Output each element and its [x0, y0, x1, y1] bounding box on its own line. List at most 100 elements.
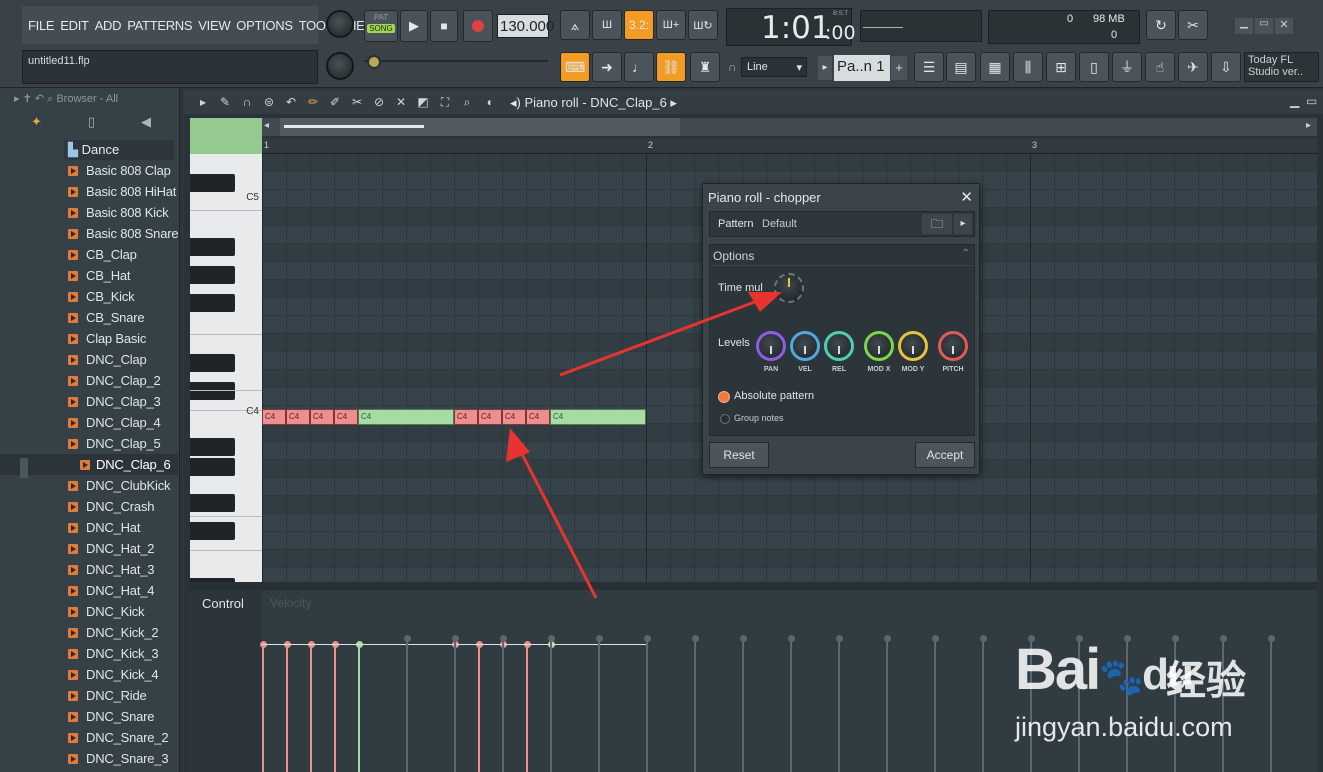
note[interactable]: C4 [310, 409, 334, 425]
wrench-icon[interactable]: ✎ [218, 95, 232, 109]
blend-notes-button[interactable]: Ш+ [656, 10, 686, 40]
browser-collapse-handle[interactable] [20, 458, 28, 478]
browser-item[interactable]: DNC_Clap_3 [0, 391, 178, 412]
note[interactable]: C4 [262, 409, 286, 425]
slide-button[interactable]: ♩ [624, 52, 654, 82]
black-key[interactable] [190, 522, 235, 540]
master-volume-knob[interactable] [326, 10, 354, 38]
playback-icon[interactable]: ◖ [482, 95, 496, 109]
plugin-picker-button[interactable]: ⏚ [1112, 52, 1142, 82]
black-key[interactable] [190, 438, 235, 456]
pattern-selector[interactable]: Pa..n 1 [834, 55, 890, 81]
browser-tab-all-icon[interactable]: ✦ [31, 114, 42, 134]
note[interactable]: C4 [526, 409, 550, 425]
browser-item[interactable]: DNC_Snare [0, 706, 178, 727]
news-panel[interactable]: Today FL Studio ver.. [1244, 52, 1319, 82]
level-knob-mod-x[interactable] [864, 331, 894, 361]
note[interactable]: C4 [550, 409, 646, 425]
snap-select[interactable]: Line ▾ [741, 57, 807, 77]
pattern-value[interactable]: Default [762, 218, 797, 230]
note[interactable]: C4 [286, 409, 310, 425]
step-forward-button[interactable]: ➜ [592, 52, 622, 82]
metronome-button[interactable]: ⟑ [560, 10, 590, 40]
menu-add[interactable]: ADD [95, 18, 122, 33]
time-mul-knob[interactable] [774, 273, 804, 303]
browser-tab-files-icon[interactable]: ▯ [88, 114, 95, 134]
record-button[interactable] [463, 10, 493, 42]
loop-record-button[interactable]: Ш↻ [688, 10, 718, 40]
playlist-button[interactable]: ☰ [914, 52, 944, 82]
browser-item[interactable]: DNC_Hat_2 [0, 538, 178, 559]
velocity-stem[interactable] [286, 644, 288, 772]
group-notes-radio[interactable] [720, 414, 730, 424]
menu-view[interactable]: VIEW [198, 18, 230, 33]
zoom-rect-icon[interactable]: ⛶ [438, 95, 452, 110]
master-pitch-knob[interactable] [326, 52, 354, 80]
black-key[interactable] [190, 266, 235, 284]
slice-icon[interactable]: ✕ [394, 95, 408, 109]
play-button[interactable]: ▶ [400, 10, 428, 42]
delete-tool-icon[interactable]: ✂ [350, 95, 364, 109]
undo-icon[interactable]: ↶ [284, 95, 298, 109]
level-knob-mod-y[interactable] [898, 331, 928, 361]
select-icon[interactable]: ◩ [416, 95, 430, 109]
browser-item[interactable]: DNC_Hat_4 [0, 580, 178, 601]
menu-arrow-icon[interactable]: ▸ [196, 95, 210, 109]
minimize-icon[interactable]: ▁ [1290, 94, 1299, 108]
zoom-icon[interactable]: ⌕ [460, 95, 474, 110]
browser-item[interactable]: Clap Basic [0, 328, 178, 349]
open-pattern-button[interactable]: 🗀 [922, 214, 952, 234]
close-icon[interactable]: ✕ [960, 188, 973, 206]
magnet-icon[interactable]: ∩ [240, 95, 254, 109]
velocity-stem[interactable] [478, 644, 480, 772]
note[interactable]: C4 [334, 409, 358, 425]
black-key[interactable] [190, 174, 235, 192]
browser-item[interactable]: Basic 808 Snare [0, 223, 179, 244]
note[interactable]: C4 [454, 409, 478, 425]
browser-tab-plugins-icon[interactable]: ◀ [141, 114, 151, 134]
add-pattern-button[interactable]: + [891, 56, 907, 80]
browser-item[interactable]: DNC_Snare_2 [0, 727, 178, 748]
note[interactable]: C4 [502, 409, 526, 425]
black-key[interactable] [190, 238, 235, 256]
velocity-stem[interactable] [526, 644, 528, 772]
mixer-button[interactable]: ⫼ [1013, 52, 1043, 82]
pattern-prev-button[interactable]: ▸ [818, 56, 832, 80]
control-label[interactable]: Control [202, 596, 244, 611]
step-edit-button[interactable]: 3.2: [624, 10, 654, 40]
browser-item[interactable]: DNC_Hat [0, 517, 178, 538]
browser-item[interactable]: DNC_Kick [0, 601, 178, 622]
velocity-stem[interactable] [358, 644, 360, 772]
velocity-stem[interactable] [310, 644, 312, 772]
master-slider-handle[interactable] [367, 55, 381, 69]
browser-item[interactable]: CB_Clap [0, 244, 178, 265]
time-ruler[interactable]: 1 2 3 [262, 138, 1317, 154]
level-knob-pan[interactable] [756, 331, 786, 361]
black-key[interactable] [190, 382, 235, 400]
wait-record-button[interactable]: Ш [592, 10, 622, 40]
browser-item[interactable]: DNC_Hat_3 [0, 559, 178, 580]
browser-item[interactable]: DNC_ClubKick [0, 475, 178, 496]
browser-item[interactable]: DNC_Kick_4 [0, 664, 178, 685]
level-knob-pitch[interactable] [938, 331, 968, 361]
channel-rack-button[interactable]: ▦ [980, 52, 1010, 82]
absolute-pattern-radio[interactable] [718, 391, 730, 403]
level-knob-vel[interactable] [790, 331, 820, 361]
browser-item[interactable]: CB_Hat [0, 265, 178, 286]
folder-dance[interactable]: ▙ Dance [64, 140, 174, 160]
pat-song-switch[interactable]: PAT SONG [364, 10, 398, 42]
browser-item[interactable]: Basic 808 Kick [0, 202, 178, 223]
black-key[interactable] [190, 494, 235, 512]
next-pattern-button[interactable]: ▸ [954, 214, 972, 234]
browser-item[interactable]: CB_Kick [0, 286, 178, 307]
maximize-icon[interactable]: ▭ [1306, 94, 1317, 108]
level-knob-rel[interactable] [824, 331, 854, 361]
stamp-icon[interactable]: ⊜ [262, 95, 276, 109]
project-info-button[interactable]: ▯ [1079, 52, 1109, 82]
accept-button[interactable]: Accept [915, 442, 975, 468]
reset-button[interactable]: Reset [709, 442, 769, 468]
typing-keyboard-button[interactable]: ⌨ [560, 52, 590, 82]
touch-controller-button[interactable]: ☝ [1145, 52, 1175, 82]
cut-button[interactable]: ✂ [1178, 10, 1208, 40]
stop-button[interactable]: ■ [430, 10, 458, 42]
